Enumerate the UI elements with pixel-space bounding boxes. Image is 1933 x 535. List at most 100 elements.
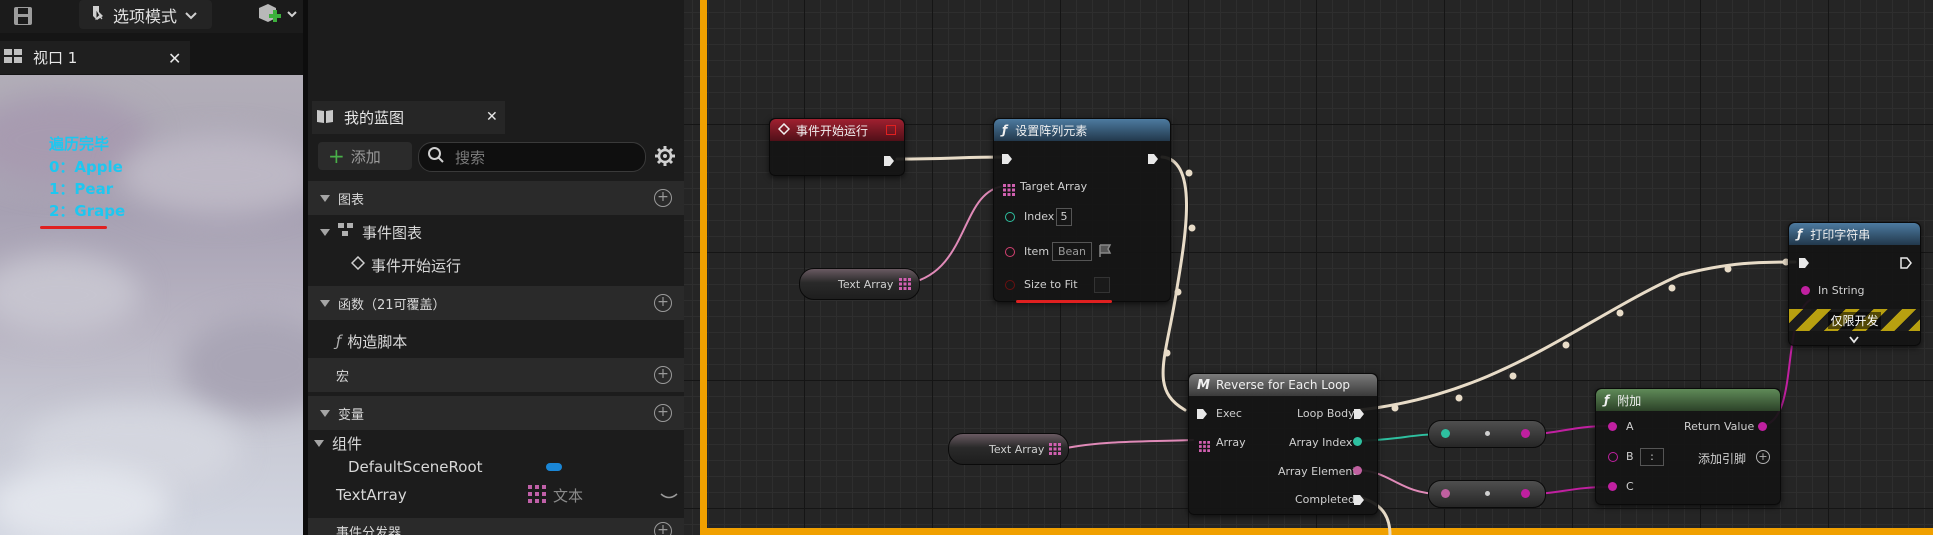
text-pin-icon[interactable] — [1005, 247, 1015, 257]
node-header: ƒ 附加 — [1596, 389, 1780, 411]
tree-item-components[interactable]: 组件 — [308, 433, 684, 453]
int-pin-icon[interactable] — [1005, 212, 1015, 222]
search-icon — [427, 146, 445, 168]
exec-out-pin-icon[interactable] — [1146, 151, 1160, 170]
exec-in-pin-icon[interactable] — [1195, 406, 1209, 425]
default-scene-root-label: DefaultSceneRoot — [348, 458, 483, 476]
array-pin-icon[interactable] — [899, 278, 911, 293]
item-value-field[interactable]: Bean — [1052, 242, 1092, 261]
node-print-string[interactable]: ƒ 打印字符串 In String 仅限开发 — [1788, 222, 1921, 346]
array-pin-icon[interactable] — [1049, 443, 1061, 458]
flag-icon[interactable] — [1098, 243, 1112, 262]
expand-arrow-icon — [320, 194, 330, 202]
tree-item-default-scene-root[interactable]: DefaultSceneRoot — [308, 457, 684, 477]
node-reverse-for-each-loop[interactable]: M Reverse for Each Loop Exec Array Loop … — [1188, 373, 1378, 515]
section-event-dispatchers[interactable]: 事件分发器 + — [308, 518, 684, 535]
exec-out-pin-icon[interactable] — [1352, 406, 1366, 425]
search-input[interactable]: 搜索 — [418, 142, 646, 172]
eye-closed-icon[interactable] — [660, 488, 678, 506]
viewport-tab-title: 视口 1 — [33, 49, 78, 67]
var-node-label: Text Array — [989, 442, 1045, 456]
node-text-array-get-2[interactable]: Text Array — [948, 433, 1069, 465]
section-variables[interactable]: 变量 + — [308, 396, 684, 430]
string-pin-icon[interactable] — [1608, 452, 1618, 462]
text-pin-icon[interactable] — [1353, 466, 1362, 475]
node-title: Reverse for Each Loop — [1215, 378, 1351, 392]
node-append[interactable]: ƒ 附加 A Return Value B : 添加引脚 + C — [1595, 388, 1781, 505]
log-line-1: 0：Apple — [49, 158, 123, 176]
exec-in-pin-icon[interactable] — [1000, 151, 1014, 170]
close-icon[interactable]: ✕ — [486, 109, 498, 125]
string-pin-icon[interactable] — [1608, 422, 1617, 431]
section-variables-label: 变量 — [338, 407, 365, 423]
add-variable-icon[interactable]: + — [654, 404, 672, 422]
viewport-canvas[interactable]: 遍历完毕 0：Apple 1：Pear 2：Grape — [0, 75, 303, 535]
int-in-pin-icon[interactable] — [1441, 429, 1450, 438]
var-node-label: Text Array — [838, 277, 894, 291]
section-graphs[interactable]: 图表 + — [308, 181, 684, 215]
exec-out-pin-icon[interactable] — [882, 153, 896, 172]
return-value-label: Return Value — [1684, 420, 1755, 433]
add-pin-icon[interactable]: + — [1756, 450, 1770, 464]
string-pin-icon[interactable] — [1608, 482, 1617, 491]
node-event-begin-play[interactable]: 事件开始运行 — [769, 118, 905, 176]
section-macros[interactable]: 宏 + — [308, 358, 684, 392]
add-function-icon[interactable]: + — [654, 294, 672, 312]
expand-arrow-icon — [320, 409, 330, 417]
add-button[interactable]: + 添加 — [318, 142, 412, 170]
node-set-array-elem[interactable]: ƒ 设置阵列元素 Target Array Index 5 Item Bean … — [993, 118, 1171, 302]
append-b-value-field[interactable]: : — [1640, 448, 1664, 466]
function-icon: ƒ — [1002, 123, 1008, 137]
bool-pin-icon[interactable] — [1005, 280, 1015, 290]
return-pin-icon[interactable] — [1758, 422, 1767, 431]
conversion-dot-icon — [1485, 491, 1490, 496]
log-line-2: 1：Pear — [49, 180, 114, 198]
search-placeholder: 搜索 — [455, 148, 486, 167]
exec-out-pin-icon[interactable] — [1899, 255, 1913, 274]
exec-out-pin-icon[interactable] — [1352, 492, 1366, 511]
chevron-down-icon — [185, 5, 197, 24]
add-macro-icon[interactable]: + — [654, 366, 672, 384]
expand-arrow-icon — [320, 228, 330, 236]
string-out-pin-icon[interactable] — [1521, 429, 1530, 438]
node-conversion-text-to-string[interactable] — [1428, 480, 1546, 508]
int-pin-icon[interactable] — [1353, 437, 1362, 446]
mode-icon — [89, 4, 105, 26]
index-value-field[interactable]: 5 — [1056, 208, 1072, 226]
add-actor-icon[interactable] — [256, 2, 300, 28]
my-blueprint-tab-title: 我的蓝图 — [344, 109, 405, 127]
append-a-label: A — [1626, 420, 1634, 433]
text-array-type-label: 文本 — [553, 486, 584, 505]
chevron-down-icon[interactable] — [1849, 329, 1859, 348]
size-to-fit-checkbox[interactable] — [1094, 277, 1110, 293]
node-header: ƒ 打印字符串 — [1789, 223, 1920, 245]
add-dispatcher-icon[interactable]: + — [654, 522, 672, 535]
gear-icon[interactable] — [654, 145, 676, 167]
array-pin-icon[interactable] — [1003, 181, 1015, 200]
tree-item-event-graph[interactable]: 事件图表 — [308, 220, 684, 244]
tree-item-construction-script[interactable]: ƒ 构造脚本 — [308, 329, 684, 353]
tree-item-event-begin-play[interactable]: 事件开始运行 — [308, 253, 684, 277]
exec-in-pin-icon[interactable] — [1797, 255, 1811, 274]
tree-item-text-array[interactable]: TextArray 文本 — [308, 484, 684, 506]
size-to-fit-label: Size to Fit — [1024, 278, 1078, 291]
delegate-pin-icon[interactable] — [886, 125, 896, 135]
close-icon[interactable]: ✕ — [168, 49, 181, 68]
add-graph-icon[interactable]: + — [654, 189, 672, 207]
mode-selector-button[interactable]: 选项模式 — [79, 0, 212, 29]
graph-focus-border — [700, 0, 707, 535]
text-in-pin-icon[interactable] — [1441, 489, 1450, 498]
node-title: 打印字符串 — [1810, 227, 1871, 242]
section-event-dispatchers-label: 事件分发器 — [336, 526, 402, 535]
tab-viewport-1[interactable]: 视口 1 ✕ — [0, 41, 190, 74]
save-icon[interactable] — [12, 5, 34, 27]
string-out-pin-icon[interactable] — [1521, 489, 1530, 498]
section-functions[interactable]: 函数（21可覆盖） + — [308, 286, 684, 320]
node-text-array-get-1[interactable]: Text Array — [799, 268, 920, 300]
node-conversion-int-to-text[interactable] — [1428, 420, 1546, 448]
add-pin-label[interactable]: 添加引脚 — [1698, 450, 1746, 467]
book-icon — [316, 108, 334, 128]
string-pin-icon[interactable] — [1801, 286, 1810, 295]
tab-my-blueprint[interactable]: 我的蓝图 ✕ — [312, 101, 505, 134]
array-pin-icon[interactable] — [1199, 437, 1210, 456]
